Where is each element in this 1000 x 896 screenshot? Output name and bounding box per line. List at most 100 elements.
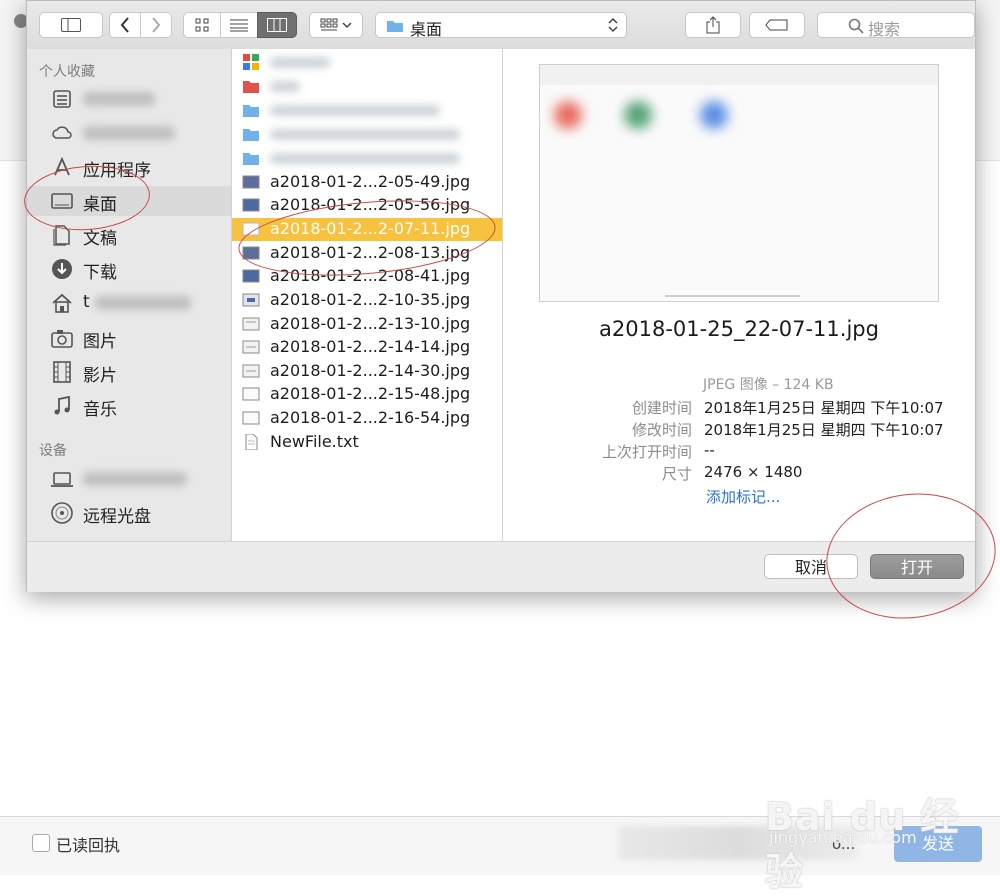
list-item[interactable]: a2018-01-2...2-15-48.jpg (232, 383, 502, 406)
location-popup[interactable]: 桌面 (375, 12, 627, 39)
tag-button[interactable] (749, 12, 805, 38)
add-tags-link[interactable]: 添加标记... (706, 486, 780, 507)
file-name: a2018-01-2...2-13-10.jpg (270, 314, 471, 333)
search-field[interactable]: 搜索 (817, 12, 975, 39)
read-receipt-checkbox[interactable] (32, 834, 50, 852)
chevron-right-icon (152, 17, 161, 33)
icloud-icon (52, 126, 72, 139)
share-button[interactable] (685, 12, 741, 38)
sidebar-item-label: 影片 (83, 366, 117, 386)
sidebar-item-home[interactable]: t (27, 288, 231, 318)
file-name: a2018-01-2...2-15-48.jpg (270, 384, 471, 403)
movies-icon (53, 361, 71, 383)
sidebar-item-label (83, 92, 155, 106)
sidebar-item-label: 远程光盘 (83, 507, 151, 527)
group-by-button[interactable] (309, 12, 363, 38)
downloads-icon (52, 259, 72, 279)
image-file-icon (242, 387, 260, 401)
list-item[interactable] (232, 147, 502, 170)
list-item[interactable] (232, 123, 502, 146)
chevron-down-icon (342, 22, 352, 29)
image-file-icon (242, 175, 260, 189)
last-opened-label: 上次打开时间 (601, 443, 692, 461)
list-icon (230, 19, 248, 32)
search-placeholder: 搜索 (868, 20, 901, 39)
list-item[interactable] (232, 51, 502, 74)
modified-label: 修改时间 (631, 421, 692, 439)
image-file-icon (242, 364, 260, 378)
list-item[interactable]: a2018-01-2...2-16-54.jpg (232, 407, 502, 430)
created-label: 创建时间 (631, 399, 692, 417)
chevron-left-icon (120, 17, 129, 33)
open-file-dialog: 桌面 搜索 个人收藏 应用程序 桌面 文稿 下载 t 图片 影片 音乐 设备 远… (26, 0, 976, 592)
sidebar-item-label: 下载 (83, 263, 117, 283)
file-name: NewFile.txt (270, 432, 359, 451)
sidebar-item-icloud[interactable] (27, 118, 231, 148)
blurred-filename (270, 81, 300, 92)
search-icon (848, 18, 864, 34)
list-item[interactable]: a2018-01-2...2-13-10.jpg (232, 313, 502, 336)
thumbnail-scrollbar (665, 295, 800, 297)
dialog-toolbar: 桌面 搜索 (27, 1, 975, 50)
list-item[interactable]: a2018-01-2...2-05-49.jpg (232, 171, 502, 194)
read-receipt-label: 已读回执 (56, 836, 121, 855)
devices-header: 设备 (39, 443, 67, 459)
file-name: a2018-01-2...2-16-54.jpg (270, 408, 471, 427)
sidebar-item-label: t (83, 292, 90, 312)
toggle-sidebar-button[interactable] (39, 12, 103, 38)
image-file-icon (242, 340, 260, 354)
file-name: a2018-01-2...2-05-49.jpg (270, 172, 471, 191)
sidebar-item-label (83, 126, 175, 140)
list-item[interactable]: a2018-01-2...2-14-14.jpg (232, 336, 502, 359)
home-icon (52, 293, 72, 313)
modified-value: 2018年1月25日 星期四 下午10:07 (704, 421, 944, 439)
image-file-icon (242, 293, 260, 307)
folder-icon (243, 153, 259, 165)
sidebar-item-remote-disc[interactable]: 远程光盘 (27, 498, 231, 528)
last-opened-value: -- (704, 441, 715, 459)
list-item[interactable] (232, 99, 502, 122)
folder-icon (243, 105, 259, 117)
back-button[interactable] (109, 12, 141, 38)
sidebar-item-recents[interactable] (27, 84, 231, 114)
tag-icon (765, 19, 788, 31)
image-file-icon (242, 198, 260, 212)
sidebar-item-label: 音乐 (83, 400, 117, 420)
group-grid-icon (320, 18, 338, 31)
blurred-filename (270, 57, 330, 68)
blurred-filename (270, 129, 460, 140)
preview-thumbnail (539, 64, 939, 302)
laptop-icon (51, 472, 73, 487)
list-item[interactable]: a2018-01-2...2-14-30.jpg (232, 360, 502, 383)
list-item[interactable]: NewFile.txt (232, 431, 502, 454)
columns-icon (267, 18, 287, 32)
thumbnail-header (540, 65, 938, 85)
blurred-filename (270, 105, 440, 116)
blurred-filename (270, 153, 460, 164)
dimensions-label: 尺寸 (661, 465, 692, 483)
watermark-url: jingyan.baidu.com (769, 828, 917, 847)
sidebar-item-music[interactable]: 音乐 (27, 391, 231, 421)
column-view-button[interactable] (257, 12, 297, 38)
sidebar-item-pictures[interactable]: 图片 (27, 323, 231, 353)
sidebar-item-movies[interactable]: 影片 (27, 357, 231, 387)
sidebar-item-downloads[interactable]: 下载 (27, 254, 231, 284)
recents-icon (53, 90, 71, 108)
image-file-icon (242, 317, 260, 331)
icon-view-button[interactable] (183, 12, 221, 38)
list-item[interactable]: a2018-01-2...2-10-35.jpg (232, 289, 502, 312)
sidebar-icon (61, 18, 81, 32)
sidebar-item-this-mac[interactable] (27, 464, 231, 494)
forward-button[interactable] (140, 12, 172, 38)
thumbnail-blur (554, 101, 582, 129)
list-item[interactable] (232, 75, 502, 98)
music-icon (54, 395, 70, 415)
preview-pane: a2018-01-25_22-07-11.jpg JPEG 图像 – 124 K… (503, 49, 975, 541)
baidu-watermark: Bai du 经验 jingyan.baidu.com (765, 770, 985, 894)
location-label: 桌面 (410, 20, 443, 39)
list-view-button[interactable] (220, 12, 258, 38)
folder-icon (387, 21, 403, 32)
sidebar-item-label (83, 472, 187, 486)
share-icon (706, 16, 720, 34)
dimensions-value: 2476 × 1480 (704, 463, 803, 481)
